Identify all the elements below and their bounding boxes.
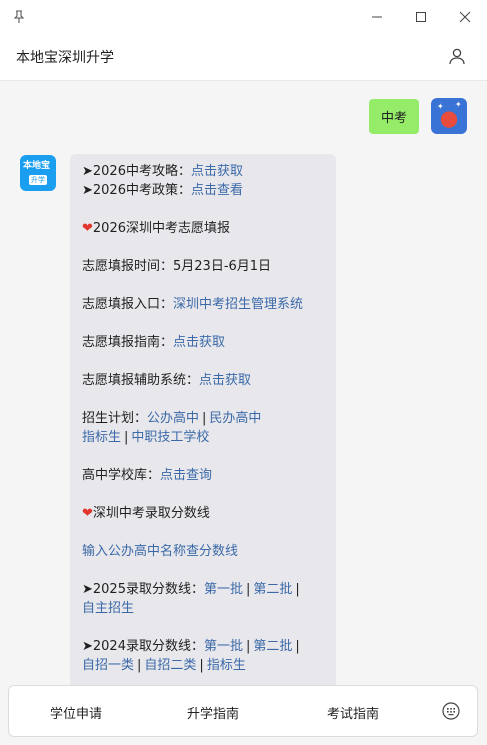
plan-quota-link[interactable]: 指标生 [82,430,121,445]
score-query-line: 输入公办高中名称查分数线 [82,542,326,561]
bot-avatar-sub-text: 升学 [29,175,47,185]
plan-label: 招生计划： [82,411,148,426]
maximize-icon[interactable] [412,8,430,26]
policy-link[interactable]: 点击查看 [191,183,243,198]
close-icon[interactable] [456,8,474,26]
score-2025-batch1-link[interactable]: 第一批 [204,582,243,597]
sparkle-icon: ✦ [455,100,462,109]
school-line: 高中学校库：点击查询 [82,466,326,485]
user-message-bubble: 中考 [368,99,419,134]
user-message-row: 中考 ✦ ✦ [368,98,467,134]
separator: | [246,582,251,597]
plan-line-2: 指标生 | 中职技工学校 [82,428,326,447]
section-title: 深圳中考录取分数线 [92,506,210,521]
volunteer-time: 志愿填报时间：5月23日-6月1日 [82,259,272,274]
bot-avatar-logo-text: 本地宝 [23,161,51,171]
score-2024-line-2: 自招一类 | 自招二类 | 指标生 [82,656,326,675]
score-2024-label: ➤2024录取分数线： [82,639,204,654]
separator: | [295,639,300,654]
minimize-icon[interactable] [368,8,386,26]
policy-line: ➤2026中考政策：点击查看 [82,181,326,200]
score-2024-batch1-link[interactable]: 第一批 [204,639,243,654]
page-title: 本地宝深圳升学 [16,50,114,66]
plan-public-link[interactable]: 公办高中 [147,411,199,426]
keyboard-icon[interactable] [441,701,461,721]
volunteer-guide-line: 志愿填报指南：点击获取 [82,333,326,352]
score-2024-indep2-link[interactable]: 自招二类 [144,658,196,673]
score-2024-line-1: ➤2024录取分数线：第一批 | 第二批 | [82,637,326,656]
section-title: 2026深圳中考志愿填报 [92,221,230,236]
aux-label: 志愿填报辅助系统： [82,373,200,388]
plan-vocational-link[interactable]: 中职技工学校 [131,430,209,445]
score-2025-batch2-link[interactable]: 第二批 [253,582,292,597]
strategy-label: ➤2026中考攻略： [82,164,191,179]
strategy-line: ➤2026中考攻略：点击获取 [82,162,326,181]
nav-study-guide[interactable]: 升学指南 [187,703,239,722]
bot-avatar[interactable]: 本地宝 升学 [20,155,56,191]
pin-icon[interactable] [10,8,28,26]
plan-line-1: 招生计划：公办高中 | 民办高中 [82,409,326,428]
separator: | [199,658,204,673]
entry-label: 志愿填报入口： [82,297,174,312]
volunteer-aux-line: 志愿填报辅助系统：点击获取 [82,371,326,390]
separator: | [124,430,129,445]
window-titlebar [0,0,487,34]
score-2025-label: ➤2025录取分数线： [82,582,204,597]
heart-icon: ❤ [82,221,93,236]
bot-message-bubble: ➤2026中考攻略：点击获取 ➤2026中考政策：点击查看 ❤2026深圳中考志… [70,154,336,694]
score-2024-quota-link[interactable]: 指标生 [207,658,246,673]
guide-label: 志愿填报指南： [82,335,174,350]
nav-degree-application[interactable]: 学位申请 [50,703,102,722]
policy-label: ➤2026中考政策： [82,183,191,198]
chat-header: 本地宝深圳升学 [0,34,487,81]
aux-link[interactable]: 点击获取 [199,373,251,388]
heart-icon: ❤ [82,506,93,521]
entry-link[interactable]: 深圳中考招生管理系统 [173,297,303,312]
separator: | [202,411,207,426]
score-2025-line-1: ➤2025录取分数线：第一批 | 第二批 | [82,580,326,599]
school-link[interactable]: 点击查询 [160,468,212,483]
score-2025-independent-link[interactable]: 自主招生 [82,601,134,616]
guide-link[interactable]: 点击获取 [173,335,225,350]
strategy-link[interactable]: 点击获取 [191,164,243,179]
score-2024-batch2-link[interactable]: 第二批 [253,639,292,654]
plan-private-link[interactable]: 民办高中 [209,411,261,426]
score-2024-indep1-link[interactable]: 自招一类 [82,658,134,673]
user-avatar[interactable]: ✦ ✦ [431,98,467,134]
score-2025-line-2: 自主招生 [82,599,326,618]
score-query-link[interactable]: 输入公办高中名称查分数线 [82,544,238,559]
bottom-nav: 学位申请 升学指南 考试指南 [8,685,478,737]
sparkle-icon: ✦ [437,102,444,111]
section-score-title: ❤深圳中考录取分数线 [82,504,326,523]
section-volunteer-title: ❤2026深圳中考志愿填报 [82,219,326,238]
volunteer-entry-line: 志愿填报入口：深圳中考招生管理系统 [82,295,326,314]
chat-area[interactable]: 中考 ✦ ✦ 本地宝 升学 ➤2026中考攻略：点击获取 ➤2026中考政策：点… [0,81,487,694]
user-icon[interactable] [447,46,467,66]
nav-exam-guide[interactable]: 考试指南 [327,703,379,722]
separator: | [246,639,251,654]
separator: | [295,582,300,597]
separator: | [137,658,142,673]
school-label: 高中学校库： [82,468,161,483]
